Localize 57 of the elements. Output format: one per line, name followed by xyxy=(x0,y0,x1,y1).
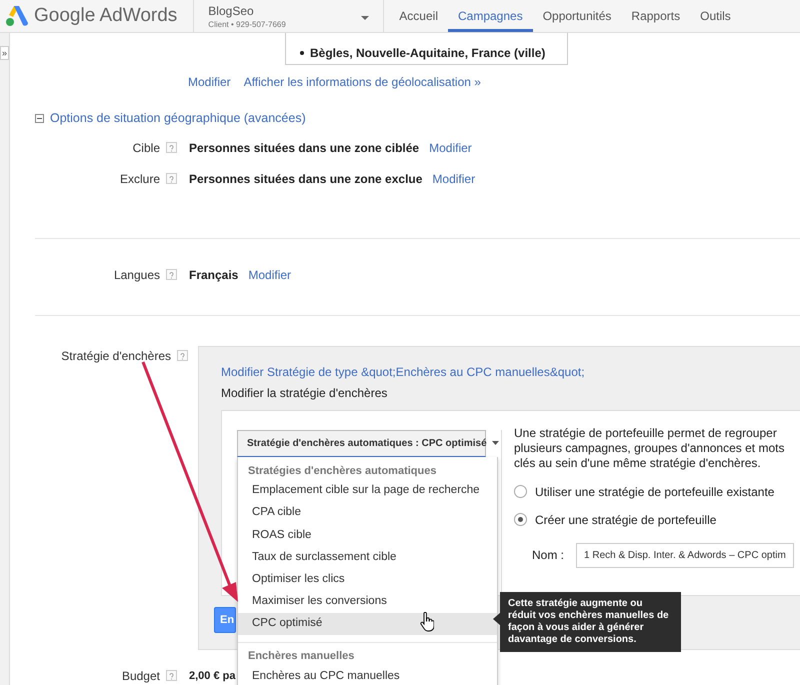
menu-item[interactable]: CPA cible xyxy=(238,502,497,524)
nav-tab[interactable]: Rapports xyxy=(621,0,690,32)
caret-icon xyxy=(361,16,370,20)
menu-group-header: Enchères manuelles xyxy=(247,649,356,664)
radio-label: Utiliser une stratégie de portefeuille existante xyxy=(535,484,774,501)
radio-button[interactable] xyxy=(514,513,527,526)
radio-label: Créer une stratégie de portefeuille xyxy=(535,512,716,529)
nav-tab[interactable]: Opportunités xyxy=(532,0,622,32)
account-selector[interactable]: BlogSeo Client • 929-507-7669 xyxy=(194,0,384,32)
menu-group-header: Stratégies d'enchères automatiques xyxy=(247,464,438,479)
help-icon[interactable] xyxy=(177,350,188,362)
nav-tab[interactable]: Campagnes xyxy=(448,0,533,32)
menu-item[interactable]: ROAS cible xyxy=(238,524,497,546)
tooltip: Cette stratégie augmente ou réduit vos enchères manuelles de façon à vous aider à générer davantage de conversions. xyxy=(500,592,681,652)
modify-link[interactable]: Modifier xyxy=(248,266,292,284)
link[interactable]: Modifier xyxy=(188,73,231,91)
radio-button[interactable] xyxy=(514,485,527,498)
help-icon[interactable] xyxy=(166,269,177,280)
bullet-icon xyxy=(300,51,304,55)
field-label: Stratégie d'enchères xyxy=(61,348,171,365)
field-label: Exclure xyxy=(120,170,160,188)
hand-cursor-icon xyxy=(420,612,434,632)
account-id: Client • 929-507-7669 xyxy=(208,18,286,31)
caret-icon xyxy=(492,441,499,446)
menu-item[interactable]: Enchères au CPC manuelles xyxy=(238,665,497,685)
menu-item[interactable]: Optimiser les clics xyxy=(238,568,497,591)
menu-item[interactable]: Emplacement cible sur la page de recherche xyxy=(238,480,497,502)
field-value: Personnes situées dans une zone exclue xyxy=(189,170,422,188)
link[interactable]: Afficher les informations de géolocalisation » xyxy=(244,73,481,91)
edit-strategy-link[interactable]: Modifier Stratégie de type &quot;Enchères au CPC manuelles&quot; xyxy=(221,362,585,381)
name-label: Nom : xyxy=(532,547,564,564)
help-icon[interactable] xyxy=(166,142,177,154)
help-icon[interactable] xyxy=(166,173,177,184)
location-item: Bègles, Nouvelle-Aquitaine, France (ville) xyxy=(310,45,546,62)
description-text: Une stratégie de portefeuille permet de regrouper plusieurs campagnes, groupes d'annonces et mots clés au sein d'une même stratégie d'enchères. xyxy=(514,426,786,471)
field-value: 2,00 € pa xyxy=(189,668,236,684)
modify-link[interactable]: Modifier xyxy=(429,138,472,157)
field-value: Français xyxy=(189,266,238,284)
modify-link[interactable]: Modifier xyxy=(432,170,476,188)
logo-text: Google AdWords xyxy=(34,4,178,28)
section-toggle[interactable]: Options de situation géographique (avancées) xyxy=(50,109,306,128)
field-label: Budget xyxy=(122,668,160,685)
help-icon[interactable] xyxy=(166,670,177,682)
nav-tab[interactable]: Outils xyxy=(690,0,741,32)
field-label: Cible xyxy=(132,140,160,157)
account-name: BlogSeo xyxy=(208,5,255,19)
menu-item[interactable]: CPC optimisé xyxy=(238,612,497,636)
logo-icon xyxy=(6,6,28,26)
sidebar-toggle[interactable]: » xyxy=(0,46,9,60)
collapse-icon[interactable] xyxy=(35,114,44,123)
nav-tab[interactable]: Accueil xyxy=(389,0,448,32)
menu-item[interactable]: Taux de surclassement cible xyxy=(238,546,497,568)
field-label: Langues xyxy=(114,266,160,284)
menu-item[interactable]: Maximiser les conversions xyxy=(238,590,497,613)
name-input[interactable]: 1 Rech & Disp. Inter. & Adwords – CPC optim xyxy=(576,542,794,568)
field-value: Personnes situées dans une zone ciblée xyxy=(189,140,420,157)
panel-subtitle: Modifier la stratégie d'enchères xyxy=(221,384,388,402)
